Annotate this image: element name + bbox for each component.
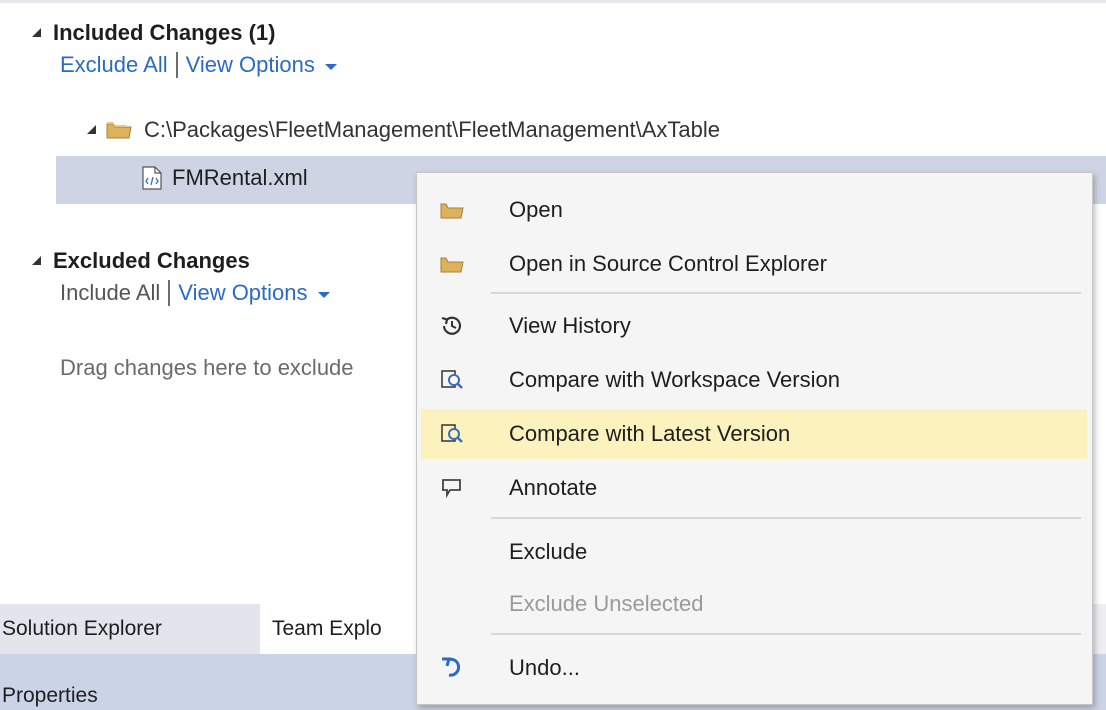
chevron-down-icon[interactable] bbox=[324, 64, 337, 70]
excluded-links: Include All View Options bbox=[60, 280, 330, 306]
menu-label: View History bbox=[509, 313, 631, 338]
menu-label: Exclude Unselected bbox=[509, 591, 704, 616]
folder-path-label: C:\Packages\FleetManagement\FleetManagem… bbox=[144, 117, 720, 142]
folder-open-icon bbox=[440, 203, 464, 219]
menu-separator bbox=[491, 633, 1081, 635]
undo-icon bbox=[442, 657, 461, 677]
menu-item-undo[interactable]: Undo... bbox=[421, 643, 1087, 693]
link-separator bbox=[168, 280, 171, 306]
menu-label: Annotate bbox=[509, 475, 598, 500]
menu-label: Open in Source Control Explorer bbox=[509, 251, 827, 276]
top-divider bbox=[0, 0, 1106, 3]
view-options-link[interactable]: View Options bbox=[186, 52, 315, 78]
speech-bubble-icon bbox=[442, 479, 461, 499]
properties-title: Properties bbox=[2, 684, 98, 707]
menu-item-open-source-control-explorer[interactable]: Open in Source Control Explorer bbox=[421, 239, 1087, 289]
menu-item-exclude[interactable]: Exclude bbox=[421, 527, 1087, 577]
expand-triangle-icon[interactable] bbox=[32, 27, 41, 37]
xml-file-icon bbox=[142, 166, 162, 190]
menu-item-compare-workspace[interactable]: Compare with Workspace Version bbox=[421, 355, 1087, 405]
folder-icon bbox=[106, 122, 132, 139]
excluded-changes-header[interactable]: Excluded Changes bbox=[32, 248, 330, 274]
compare-icon bbox=[441, 370, 463, 389]
included-changes-section: Included Changes (1) Exclude All View Op… bbox=[32, 20, 337, 78]
menu-label: Exclude bbox=[509, 539, 588, 564]
file-name-label: FMRental.xml bbox=[172, 165, 308, 190]
expand-triangle-icon[interactable] bbox=[87, 124, 96, 134]
menu-label: Compare with Latest Version bbox=[509, 421, 791, 446]
menu-item-open[interactable]: Open bbox=[421, 185, 1087, 235]
link-separator bbox=[175, 52, 178, 78]
chevron-down-icon[interactable] bbox=[317, 292, 330, 298]
view-options-link[interactable]: View Options bbox=[178, 280, 307, 306]
menu-item-compare-latest[interactable]: Compare with Latest Version bbox=[421, 409, 1087, 459]
menu-label: Open bbox=[509, 197, 563, 222]
include-all-link[interactable]: Include All bbox=[60, 280, 160, 306]
menu-separator bbox=[491, 292, 1081, 294]
history-icon bbox=[441, 316, 462, 335]
expand-triangle-icon[interactable] bbox=[32, 255, 41, 265]
tab-solution-explorer[interactable]: Solution Explorer bbox=[0, 604, 260, 654]
excluded-changes-title: Excluded Changes bbox=[53, 248, 250, 273]
folder-open-icon bbox=[440, 257, 464, 273]
menu-item-view-history[interactable]: View History bbox=[421, 301, 1087, 351]
included-links: Exclude All View Options bbox=[60, 52, 337, 78]
included-changes-header[interactable]: Included Changes (1) bbox=[32, 20, 337, 46]
menu-item-annotate[interactable]: Annotate bbox=[421, 463, 1087, 513]
included-changes-title: Included Changes (1) bbox=[53, 20, 276, 45]
compare-icon bbox=[441, 424, 463, 443]
menu-label: Compare with Workspace Version bbox=[509, 367, 840, 392]
menu-item-exclude-unselected: Exclude Unselected bbox=[421, 579, 1087, 629]
exclude-all-link[interactable]: Exclude All bbox=[60, 52, 168, 78]
context-menu: Open Open in Source Control Explorer Vie… bbox=[416, 172, 1093, 705]
folder-tree-node[interactable]: C:\Packages\FleetManagement\FleetManagem… bbox=[87, 117, 720, 143]
excluded-changes-section: Excluded Changes Include All View Option… bbox=[32, 248, 330, 306]
menu-separator bbox=[491, 517, 1081, 519]
menu-label: Undo... bbox=[509, 655, 580, 680]
drag-hint-text: Drag changes here to exclude bbox=[60, 355, 354, 380]
